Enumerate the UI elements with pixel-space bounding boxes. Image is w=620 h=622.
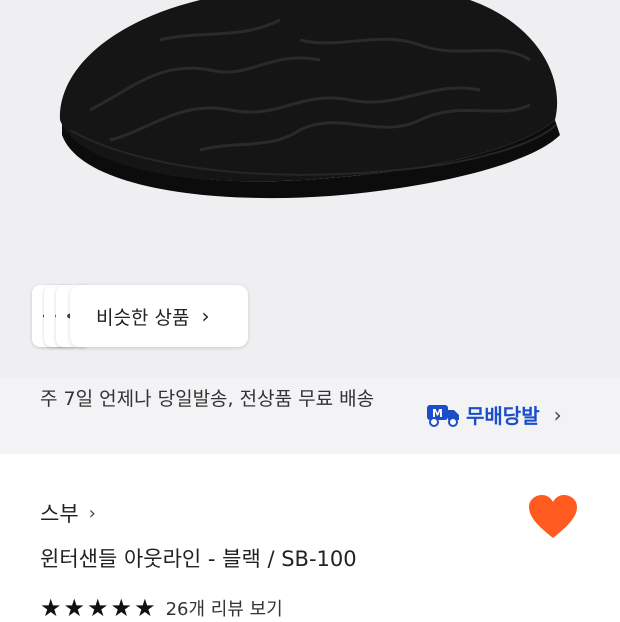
free-shipping-label: 무배당발	[466, 404, 540, 428]
delivery-truck-icon: M	[427, 404, 459, 427]
similar-products-button[interactable]: 비슷한 상품 ›	[70, 285, 248, 347]
wishlist-button[interactable]	[528, 494, 578, 544]
heart-icon	[529, 495, 577, 538]
star-icon: ★	[63, 594, 86, 622]
chevron-right-icon: ›	[88, 502, 96, 524]
chevron-right-icon: ›	[553, 402, 562, 427]
delivery-text: 주 7일 언제나 당일발송, 전상품 무료 배송	[40, 388, 375, 410]
free-shipping-link[interactable]: M 무배당발 ›	[426, 400, 562, 429]
similar-products-chip[interactable]: 비슷한 상품 ›	[32, 285, 248, 347]
brand-name: 스부	[40, 502, 79, 526]
review-link[interactable]: 26개 리뷰 보기	[166, 595, 283, 621]
star-icon: ★	[40, 594, 62, 622]
svg-text:M: M	[432, 407, 443, 420]
rating-row[interactable]: ★ ★ ★ ★ ★ 26개 리뷰 보기	[40, 595, 283, 621]
brand-link[interactable]: 스부 ›	[40, 498, 96, 528]
star-icon: ★	[134, 594, 156, 622]
similar-products-label: 비슷한 상품	[96, 306, 190, 329]
star-icon: ★	[110, 594, 133, 622]
rating-stars: ★ ★ ★ ★ ★	[40, 596, 156, 620]
chevron-right-icon: ›	[201, 304, 210, 328]
product-image-area[interactable]: 비슷한 상품 ›	[0, 0, 620, 378]
star-icon: ★	[87, 594, 109, 622]
product-title: 윈터샌들 아웃라인 - 블랙 / SB-100	[40, 547, 357, 571]
